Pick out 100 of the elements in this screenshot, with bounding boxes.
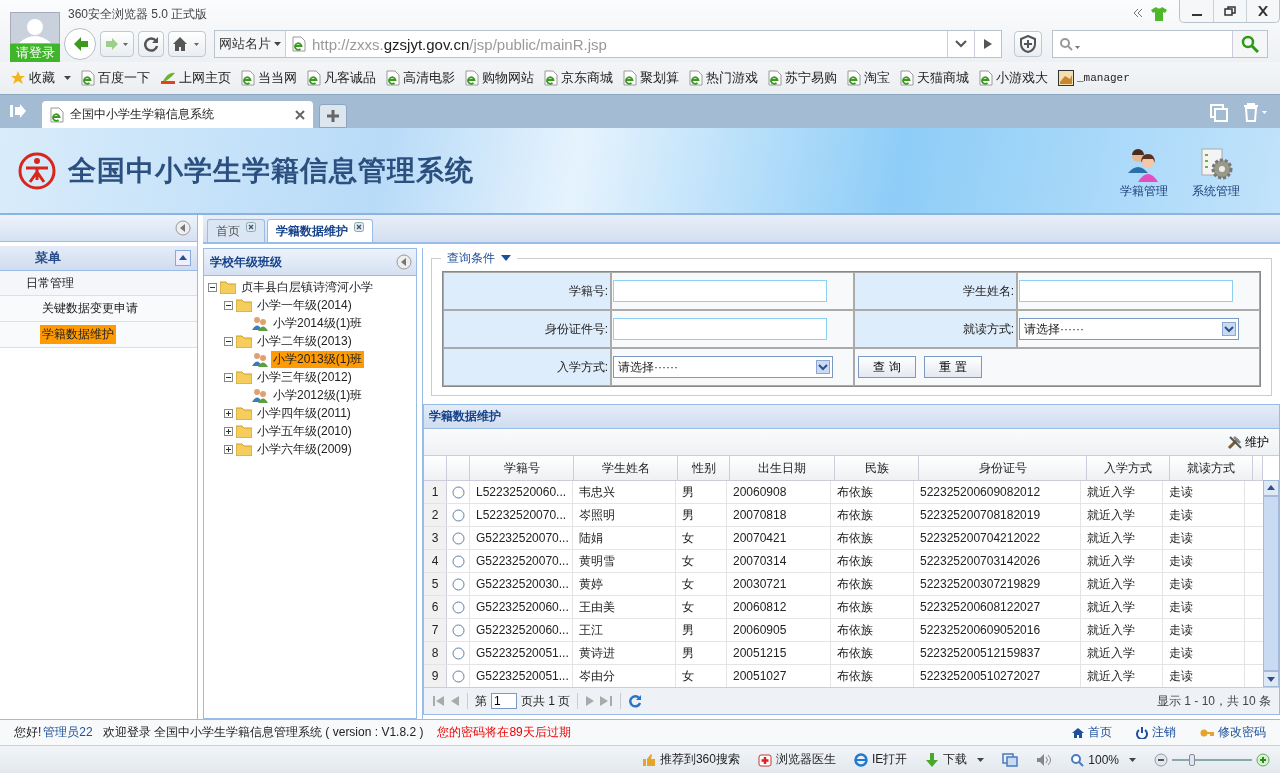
- caret-icon[interactable]: [501, 255, 511, 261]
- sidebar-toggle-icon[interactable]: [10, 104, 26, 118]
- maintain-button[interactable]: 维护: [1221, 432, 1275, 452]
- shield-button[interactable]: [1014, 31, 1042, 57]
- tree-node[interactable]: 小学2014级(1)班: [271, 314, 365, 332]
- system-settings-nav[interactable]: 系统管理: [1192, 147, 1240, 200]
- refresh-icon[interactable]: [628, 694, 643, 708]
- status-item[interactable]: 推荐到360搜索: [641, 751, 740, 768]
- close-icon[interactable]: [354, 222, 364, 232]
- bookmark-link[interactable]: 热门游戏: [689, 69, 758, 87]
- site-card-menu[interactable]: 网站名片: [215, 31, 286, 57]
- windows-icon[interactable]: [1002, 752, 1019, 767]
- radio-button[interactable]: [451, 669, 465, 683]
- bookmark-link[interactable]: 凡客诚品: [307, 69, 376, 87]
- zoom-in-icon[interactable]: [1256, 752, 1270, 767]
- next-page-icon[interactable]: [585, 695, 596, 707]
- search-button[interactable]: [1232, 31, 1267, 57]
- scroll-up-icon[interactable]: [1263, 480, 1279, 496]
- collapse-up-icon[interactable]: [175, 250, 191, 266]
- expander-icon[interactable]: [224, 408, 233, 418]
- home-button[interactable]: [168, 31, 206, 57]
- status-item[interactable]: 下载: [925, 751, 985, 768]
- menu-group[interactable]: 日常管理: [0, 271, 197, 296]
- radio-button[interactable]: [451, 577, 465, 591]
- change-password-link[interactable]: 修改密码: [1200, 724, 1266, 741]
- scrollbar[interactable]: [1263, 480, 1279, 687]
- logout-link[interactable]: 注销: [1136, 724, 1176, 741]
- search-field[interactable]: [1052, 30, 1268, 58]
- close-icon[interactable]: [246, 222, 256, 232]
- page-tab[interactable]: 首页: [207, 219, 265, 242]
- bookmark-link[interactable]: 天猫商城: [900, 69, 969, 87]
- browser-tab[interactable]: 全国中小学生学籍信息系统: [42, 101, 313, 128]
- tree-node[interactable]: 小学六年级(2009): [255, 440, 354, 458]
- bookmark-link[interactable]: 苏宁易购: [768, 69, 837, 87]
- column-header[interactable]: 性别: [678, 456, 730, 480]
- double-chevron-icon[interactable]: [1133, 9, 1143, 17]
- form-button[interactable]: 查 询: [858, 356, 916, 378]
- tree-node[interactable]: 小学四年级(2011): [255, 404, 353, 422]
- radio-button[interactable]: [451, 531, 465, 545]
- search-menu-icon[interactable]: [1059, 37, 1081, 51]
- expander-icon[interactable]: [224, 372, 233, 382]
- radio-button[interactable]: [451, 600, 465, 614]
- last-page-icon[interactable]: [599, 695, 614, 707]
- radio-button[interactable]: [451, 554, 465, 568]
- expander-icon[interactable]: [224, 444, 233, 454]
- bookmark-link[interactable]: 聚划算: [623, 69, 679, 87]
- tree-node[interactable]: 小学五年级(2010): [255, 422, 354, 440]
- slider-thumb[interactable]: [1189, 753, 1195, 766]
- shirt-icon[interactable]: [1151, 7, 1167, 21]
- back-button[interactable]: [64, 28, 96, 60]
- expander-icon[interactable]: [224, 426, 233, 436]
- bookmark-link[interactable]: 小游戏大: [979, 69, 1048, 87]
- avatar-icon[interactable]: [10, 12, 60, 44]
- status-item[interactable]: 浏览器医生: [757, 751, 836, 768]
- collapse-icon[interactable]: [396, 254, 412, 270]
- column-header[interactable]: 学籍号: [470, 456, 574, 480]
- column-header[interactable]: 学生姓名: [574, 456, 678, 480]
- favorites-menu[interactable]: 收藏: [10, 69, 71, 87]
- bookmark-link[interactable]: 京东商城: [544, 69, 613, 87]
- close-icon[interactable]: [295, 109, 305, 120]
- radio-button[interactable]: [451, 508, 465, 522]
- tree-node[interactable]: 小学2013级(1)班: [271, 350, 365, 368]
- menu-item[interactable]: 学籍数据维护: [40, 325, 116, 344]
- tree-node[interactable]: 小学三年级(2012): [255, 368, 354, 386]
- expander-icon[interactable]: [224, 336, 233, 346]
- expander-icon[interactable]: [224, 300, 233, 310]
- previous-page-icon[interactable]: [450, 695, 460, 707]
- input-field[interactable]: [613, 318, 827, 340]
- tree-node[interactable]: 小学一年级(2014): [255, 296, 354, 314]
- page-tab[interactable]: 学籍数据维护: [267, 219, 373, 242]
- zoom-out-icon[interactable]: [1154, 752, 1168, 767]
- column-header[interactable]: 就读方式: [1170, 456, 1253, 480]
- radio-button[interactable]: [451, 623, 465, 637]
- expander-icon[interactable]: [208, 282, 217, 292]
- refresh-button[interactable]: [138, 31, 164, 57]
- column-header[interactable]: 身份证号: [919, 456, 1087, 480]
- address-bar[interactable]: 网站名片 http://zxxs.gzsjyt.gov.cn/jsp/public/mainR.jsp: [214, 30, 1002, 58]
- scroll-down-icon[interactable]: [1263, 671, 1279, 687]
- speaker-icon[interactable]: [1036, 752, 1053, 767]
- form-button[interactable]: 重 置: [924, 356, 982, 378]
- input-field[interactable]: [613, 280, 827, 302]
- select-field[interactable]: 请选择······: [1019, 318, 1239, 340]
- student-records-nav[interactable]: 学籍管理: [1120, 147, 1168, 200]
- bookmark-link[interactable]: 高清电影: [386, 69, 455, 87]
- column-header[interactable]: 出生日期: [730, 456, 835, 480]
- zoom-control[interactable]: 100%: [1070, 752, 1136, 767]
- bookmark-link[interactable]: 购物网站: [465, 69, 534, 87]
- tree-node[interactable]: 小学二年级(2013): [255, 332, 354, 350]
- bookmark-link[interactable]: 当当网: [241, 69, 297, 87]
- status-item[interactable]: IE打开: [853, 751, 908, 768]
- page-input[interactable]: 1: [491, 693, 517, 709]
- select-field[interactable]: 请选择······: [613, 356, 833, 378]
- radio-button[interactable]: [451, 646, 465, 660]
- bookmark-link[interactable]: 淘宝: [847, 69, 890, 87]
- home-link[interactable]: 首页: [1072, 724, 1112, 741]
- bookmark-link[interactable]: 百度一下: [81, 69, 150, 87]
- collapse-icon[interactable]: [175, 220, 191, 236]
- radio-button[interactable]: [451, 485, 465, 499]
- bookmark-link[interactable]: _manager: [1058, 70, 1130, 86]
- trash-icon[interactable]: [1242, 102, 1268, 122]
